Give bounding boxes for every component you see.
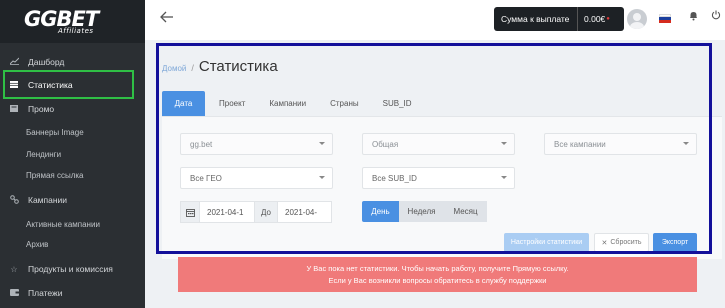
avatar[interactable]	[627, 9, 647, 29]
sidebar-subitem-direct-link[interactable]: Прямая ссылка	[26, 171, 84, 180]
sidebar-item-campaigns[interactable]: Кампании	[0, 189, 145, 211]
sidebar-item-payments[interactable]: Платежи	[0, 282, 145, 304]
active-item-highlight	[3, 70, 134, 99]
alert-line-1: У Вас пока нет статистики. Чтобы начать …	[306, 263, 569, 273]
alert-banner: У Вас пока нет статистики. Чтобы начать …	[178, 257, 697, 292]
stats-settings-button[interactable]: Настройки статистики	[504, 233, 589, 252]
sidebar-item-promo[interactable]: Промо	[0, 98, 145, 120]
sidebar-item-products[interactable]: ☆ Продукты и комиссия	[0, 258, 145, 280]
payout-alert-icon: ●	[606, 16, 610, 22]
page-title: Статистика	[198, 58, 278, 75]
sidebar-item-label: Дашборд	[28, 57, 65, 67]
sidebar-item-label: Кампании	[28, 195, 68, 205]
chevron-down-icon	[683, 142, 689, 145]
export-button[interactable]: Экспорт	[653, 233, 697, 252]
top-bar: Сумма к выплате 0.00€ ●	[145, 0, 725, 40]
date-to-input[interactable]: 2021-04-	[277, 201, 332, 223]
power-icon[interactable]	[711, 10, 721, 23]
promo-icon	[9, 104, 19, 114]
tab-project[interactable]: Проект	[207, 91, 257, 116]
chevron-down-icon	[319, 142, 325, 145]
sidebar-subitem-banners[interactable]: Баннеры Image	[26, 128, 84, 137]
campaigns-select-value: Все кампании	[554, 139, 606, 149]
logo-subtitle: Affiliates	[58, 26, 94, 35]
payout-label: Сумма к выплате	[501, 14, 570, 24]
payout-button[interactable]: Сумма к выплате 0.00€ ●	[494, 7, 624, 31]
logo[interactable]: GGBET Affiliates	[0, 0, 145, 43]
date-to-label: До	[255, 201, 277, 223]
breadcrumb-home-link[interactable]: Домой	[162, 64, 186, 73]
chevron-down-icon	[501, 142, 507, 145]
payout-value: 0.00€	[584, 14, 606, 24]
type-select[interactable]: Общая	[362, 133, 515, 155]
chevron-down-icon	[319, 176, 325, 179]
link-icon	[9, 194, 19, 206]
back-arrow-icon[interactable]	[160, 10, 174, 28]
sidebar-subitem-landings[interactable]: Лендинги	[26, 150, 61, 159]
campaigns-select[interactable]: Все кампании	[544, 133, 697, 155]
breadcrumb-separator: /	[191, 63, 194, 73]
tab-campaigns[interactable]: Кампании	[257, 91, 318, 116]
sidebar-item-label: Промо	[28, 104, 55, 114]
period-week-button[interactable]: Неделя	[399, 201, 444, 222]
date-from-input[interactable]: 2021-04-1	[200, 201, 255, 223]
tabs: Дата Проект Кампании Страны SUB_ID	[162, 91, 424, 116]
sidebar-item-label: Продукты и комиссия	[28, 264, 113, 274]
reset-button-label: Сбросить	[610, 239, 642, 246]
date-range: 2021-04-1 До 2021-04-	[180, 201, 332, 223]
chevron-down-icon	[501, 176, 507, 179]
breadcrumb: Домой / Статистика	[162, 58, 278, 75]
alert-line-2: Если у Вас возникли вопросы обратитесь в…	[328, 275, 547, 285]
geo-select[interactable]: Все ГЕО	[180, 167, 333, 189]
geo-select-value: Все ГЕО	[190, 173, 222, 183]
type-select-value: Общая	[372, 139, 399, 149]
sub-id-select-value: Все SUB_ID	[372, 173, 417, 183]
project-select[interactable]: gg.bet	[180, 133, 333, 155]
sidebar-subitem-active-campaigns[interactable]: Активные кампании	[26, 220, 100, 229]
russia-flag-icon[interactable]	[659, 14, 671, 23]
sub-id-select[interactable]: Все SUB_ID	[362, 167, 515, 189]
project-select-value: gg.bet	[190, 139, 213, 149]
sidebar-subitem-archive[interactable]: Архив	[26, 240, 48, 249]
tab-sub-id[interactable]: SUB_ID	[371, 91, 424, 116]
wallet-icon	[9, 288, 19, 298]
sidebar-item-label: Платежи	[28, 288, 63, 298]
sidebar: GGBET Affiliates Дашборд Статистика Пром…	[0, 0, 145, 308]
bell-icon[interactable]	[689, 11, 698, 24]
tab-date[interactable]: Дата	[162, 91, 205, 116]
logo-text: GGBET	[24, 6, 99, 31]
reset-button[interactable]: ✕ Сбросить	[594, 233, 649, 252]
tab-countries[interactable]: Страны	[318, 91, 371, 116]
period-day-button[interactable]: День	[362, 201, 399, 222]
calendar-icon[interactable]	[180, 201, 200, 223]
period-month-button[interactable]: Месяц	[444, 201, 487, 222]
close-icon: ✕	[601, 239, 608, 247]
chart-line-icon	[9, 57, 19, 67]
period-toggle: День Неделя Месяц	[362, 201, 487, 222]
star-icon: ☆	[10, 264, 18, 274]
